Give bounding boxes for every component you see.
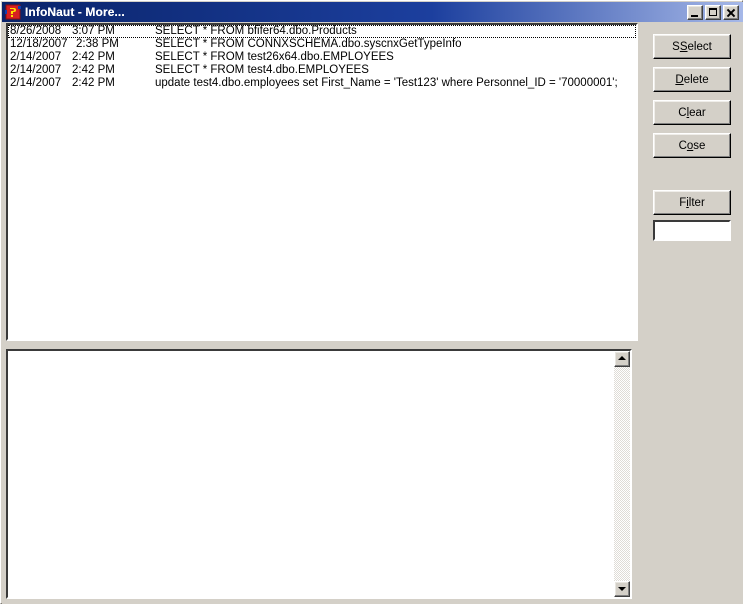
- close-icon[interactable]: [723, 4, 739, 20]
- title-bar[interactable]: InfoNaut - More...: [2, 2, 743, 22]
- row-time: 2:38 PM: [76, 38, 119, 50]
- delete-button-post: elete: [683, 73, 709, 86]
- select-button-pre: S: [672, 40, 680, 53]
- window-title: InfoNaut - More...: [25, 5, 125, 19]
- table-row[interactable]: 2/14/2007 2:42 PM SELECT * FROM test4.dbo.…: [8, 64, 636, 77]
- close-button-post: se: [693, 139, 706, 152]
- window-controls: [687, 4, 741, 20]
- row-query: SELECT * FROM test26x64.dbo.EMPLOYEES: [155, 51, 394, 63]
- table-row[interactable]: 2/14/2007 2:42 PM update test4.dbo.employe…: [8, 77, 636, 90]
- row-query: update test4.dbo.employees set First_Nam…: [155, 77, 618, 89]
- row-date: 8/26/2008: [10, 25, 62, 37]
- command-button-column: S Select Delete Cl ear Co se Fi lter: [648, 22, 743, 604]
- row-time: 2:42 PM: [72, 77, 115, 89]
- row-date: 12/18/2007: [10, 38, 68, 50]
- client-area: 8/26/2008 3:07 PM SELECT * FROM bfifer64.d…: [2, 22, 743, 604]
- table-row[interactable]: 2/14/2007 2:42 PM SELECT * FROM test26x64.…: [8, 51, 636, 64]
- close-button-pre: C: [678, 139, 687, 152]
- delete-button[interactable]: Delete: [653, 67, 731, 92]
- filter-button-post: lter: [688, 196, 705, 209]
- filter-button[interactable]: Fi lter: [653, 190, 731, 215]
- row-time: 2:42 PM: [72, 64, 115, 76]
- query-history-rows: 8/26/2008 3:07 PM SELECT * FROM bfifer64.d…: [8, 25, 636, 90]
- scroll-up-arrow-icon[interactable]: [614, 351, 630, 367]
- clear-button-post: ear: [689, 106, 706, 119]
- filter-input[interactable]: [653, 220, 731, 241]
- row-query: SELECT * FROM CONNXSCHEMA.dbo.syscnxGetT…: [155, 38, 462, 50]
- row-date: 2/14/2007: [10, 51, 62, 63]
- row-query: SELECT * FROM test4.dbo.EMPLOYEES: [155, 64, 369, 76]
- infonaut-window: InfoNaut - More... 8/26/2008 3:07 PM SELEC…: [0, 0, 743, 604]
- query-detail-panel[interactable]: [6, 349, 632, 599]
- row-time: 2:42 PM: [72, 51, 115, 63]
- row-time: 3:07 PM: [72, 25, 115, 37]
- select-button-accel: S: [679, 40, 688, 53]
- select-button-post: elect: [687, 40, 712, 53]
- infonaut-app-icon: [5, 4, 21, 20]
- table-row[interactable]: 12/18/2007 2:38 PM SELECT * FROM CONNXSCHE…: [8, 38, 636, 51]
- filter-button-pre: F: [679, 196, 687, 209]
- detail-vertical-scrollbar[interactable]: [614, 351, 630, 597]
- row-date: 2/14/2007: [10, 77, 62, 89]
- row-query: SELECT * FROM bfifer64.dbo.Products: [155, 25, 357, 37]
- close-button[interactable]: Co se: [653, 133, 731, 158]
- clear-button-pre: C: [678, 106, 687, 119]
- maximize-icon[interactable]: [705, 4, 721, 20]
- delete-button-accel: D: [675, 73, 684, 86]
- row-date: 2/14/2007: [10, 64, 62, 76]
- table-row[interactable]: 8/26/2008 3:07 PM SELECT * FROM bfifer64.d…: [8, 25, 636, 38]
- select-button[interactable]: S Select: [653, 34, 731, 59]
- minimize-icon[interactable]: [687, 4, 703, 20]
- clear-button[interactable]: Cl ear: [653, 100, 731, 125]
- query-history-list[interactable]: 8/26/2008 3:07 PM SELECT * FROM bfifer64.d…: [6, 23, 638, 341]
- scroll-down-arrow-icon[interactable]: [614, 581, 630, 597]
